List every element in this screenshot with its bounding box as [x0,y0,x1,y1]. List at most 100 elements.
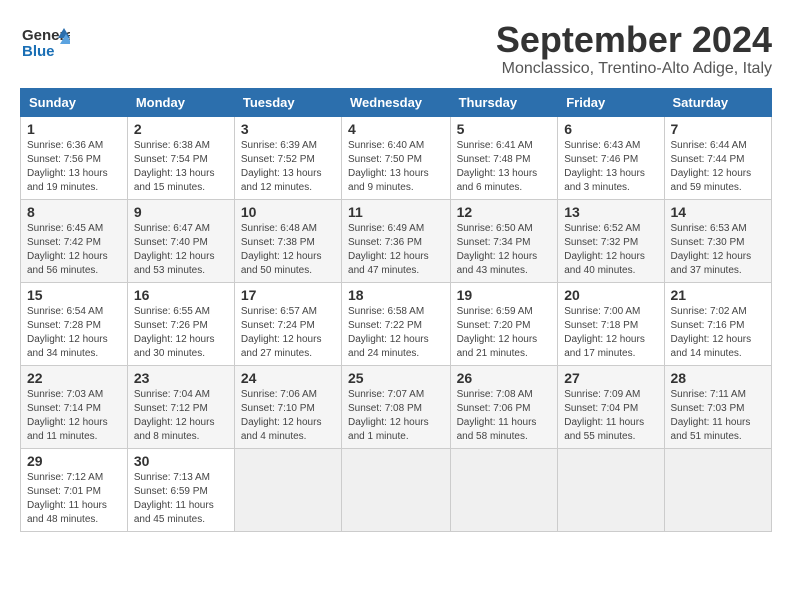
day-info: Sunrise: 6:44 AM Sunset: 7:44 PM Dayligh… [671,139,765,195]
calendar-cell: 18Sunrise: 6:58 AM Sunset: 7:22 PM Dayli… [342,282,451,365]
weekday-saturday: Saturday [664,88,771,116]
day-number: 28 [671,370,765,386]
day-info: Sunrise: 7:03 AM Sunset: 7:14 PM Dayligh… [27,388,121,444]
day-number: 19 [457,287,552,303]
calendar-cell: 1Sunrise: 6:36 AM Sunset: 7:56 PM Daylig… [21,116,128,199]
weekday-friday: Friday [558,88,664,116]
calendar-body: 1Sunrise: 6:36 AM Sunset: 7:56 PM Daylig… [21,116,772,531]
day-info: Sunrise: 6:47 AM Sunset: 7:40 PM Dayligh… [134,222,228,278]
day-number: 12 [457,204,552,220]
day-number: 18 [348,287,444,303]
title-area: September 2024 Monclassico, Trentino-Alt… [496,20,772,78]
calendar-table: SundayMondayTuesdayWednesdayThursdayFrid… [20,88,772,532]
calendar-cell: 8Sunrise: 6:45 AM Sunset: 7:42 PM Daylig… [21,199,128,282]
calendar-cell: 16 Sunrise: 6:55 AM Sunset: 7:26 PM Dayli… [127,282,234,365]
calendar-week-4: 22 Sunrise: 7:03 AM Sunset: 7:14 PM Dayli… [21,365,772,448]
day-info: Sunrise: 6:43 AM Sunset: 7:46 PM Dayligh… [564,139,657,195]
day-number: 9 [134,204,228,220]
day-info: Sunrise: 6:41 AM Sunset: 7:48 PM Dayligh… [457,139,552,195]
day-info: Sunrise: 6:55 AM Sunset: 7:26 PM Dayligh… [134,305,228,361]
calendar-cell: 7 Sunrise: 6:44 AM Sunset: 7:44 PM Daylig… [664,116,771,199]
calendar-cell: 30 Sunrise: 7:13 AM Sunset: 6:59 PM Dayli… [127,448,234,531]
day-info: Sunrise: 6:50 AM Sunset: 7:34 PM Dayligh… [457,222,552,278]
day-info: Sunrise: 6:39 AM Sunset: 7:52 PM Dayligh… [241,139,335,195]
day-number: 14 [671,204,765,220]
day-number: 10 [241,204,335,220]
day-number: 11 [348,204,444,220]
weekday-thursday: Thursday [450,88,558,116]
weekday-tuesday: Tuesday [234,88,341,116]
day-number: 25 [348,370,444,386]
calendar-cell: 12 Sunrise: 6:50 AM Sunset: 7:34 PM Dayli… [450,199,558,282]
calendar-cell: 15Sunrise: 6:54 AM Sunset: 7:28 PM Dayli… [21,282,128,365]
day-number: 22 [27,370,121,386]
logo-icon: General Blue [20,20,70,65]
calendar-cell: 3Sunrise: 6:39 AM Sunset: 7:52 PM Daylig… [234,116,341,199]
calendar-cell: 10Sunrise: 6:48 AM Sunset: 7:38 PM Dayli… [234,199,341,282]
calendar-cell: 14 Sunrise: 6:53 AM Sunset: 7:30 PM Dayli… [664,199,771,282]
calendar-cell: 21 Sunrise: 7:02 AM Sunset: 7:16 PM Dayli… [664,282,771,365]
weekday-header: SundayMondayTuesdayWednesdayThursdayFrid… [21,88,772,116]
calendar-week-2: 8Sunrise: 6:45 AM Sunset: 7:42 PM Daylig… [21,199,772,282]
svg-text:Blue: Blue [22,43,55,60]
day-number: 16 [134,287,228,303]
calendar-cell [558,448,664,531]
calendar-cell: 24Sunrise: 7:06 AM Sunset: 7:10 PM Dayli… [234,365,341,448]
calendar-cell: 25 Sunrise: 7:07 AM Sunset: 7:08 PM Dayli… [342,365,451,448]
day-info: Sunrise: 6:52 AM Sunset: 7:32 PM Dayligh… [564,222,657,278]
day-number: 1 [27,121,121,137]
calendar-cell: 2 Sunrise: 6:38 AM Sunset: 7:54 PM Daylig… [127,116,234,199]
logo: General Blue [20,20,70,70]
day-number: 21 [671,287,765,303]
day-number: 29 [27,453,121,469]
calendar-cell: 11 Sunrise: 6:49 AM Sunset: 7:36 PM Dayli… [342,199,451,282]
day-number: 2 [134,121,228,137]
calendar-cell [450,448,558,531]
weekday-monday: Monday [127,88,234,116]
calendar-week-3: 15Sunrise: 6:54 AM Sunset: 7:28 PM Dayli… [21,282,772,365]
day-number: 26 [457,370,552,386]
calendar-cell: 29 Sunrise: 7:12 AM Sunset: 7:01 PM Dayli… [21,448,128,531]
calendar-cell: 13 Sunrise: 6:52 AM Sunset: 7:32 PM Dayli… [558,199,664,282]
day-number: 5 [457,121,552,137]
day-info: Sunrise: 7:07 AM Sunset: 7:08 PM Dayligh… [348,388,444,444]
month-title: September 2024 [496,20,772,60]
calendar-week-1: 1Sunrise: 6:36 AM Sunset: 7:56 PM Daylig… [21,116,772,199]
day-info: Sunrise: 7:09 AM Sunset: 7:04 PM Dayligh… [564,388,657,444]
calendar-cell: 17Sunrise: 6:57 AM Sunset: 7:24 PM Dayli… [234,282,341,365]
day-number: 20 [564,287,657,303]
calendar-cell: 9 Sunrise: 6:47 AM Sunset: 7:40 PM Daylig… [127,199,234,282]
weekday-wednesday: Wednesday [342,88,451,116]
calendar-cell: 27Sunrise: 7:09 AM Sunset: 7:04 PM Dayli… [558,365,664,448]
calendar-cell [234,448,341,531]
day-info: Sunrise: 6:45 AM Sunset: 7:42 PM Dayligh… [27,222,121,278]
day-number: 13 [564,204,657,220]
day-number: 7 [671,121,765,137]
calendar-cell: 28Sunrise: 7:11 AM Sunset: 7:03 PM Dayli… [664,365,771,448]
day-number: 6 [564,121,657,137]
day-info: Sunrise: 7:13 AM Sunset: 6:59 PM Dayligh… [134,471,228,527]
calendar-cell: 26Sunrise: 7:08 AM Sunset: 7:06 PM Dayli… [450,365,558,448]
calendar-cell: 23 Sunrise: 7:04 AM Sunset: 7:12 PM Dayli… [127,365,234,448]
calendar-cell: 6 Sunrise: 6:43 AM Sunset: 7:46 PM Daylig… [558,116,664,199]
day-info: Sunrise: 7:04 AM Sunset: 7:12 PM Dayligh… [134,388,228,444]
day-info: Sunrise: 7:12 AM Sunset: 7:01 PM Dayligh… [27,471,121,527]
calendar-cell [664,448,771,531]
day-number: 15 [27,287,121,303]
day-number: 23 [134,370,228,386]
day-info: Sunrise: 6:38 AM Sunset: 7:54 PM Dayligh… [134,139,228,195]
calendar-cell: 19 Sunrise: 6:59 AM Sunset: 7:20 PM Dayli… [450,282,558,365]
day-info: Sunrise: 7:02 AM Sunset: 7:16 PM Dayligh… [671,305,765,361]
day-number: 24 [241,370,335,386]
day-info: Sunrise: 6:59 AM Sunset: 7:20 PM Dayligh… [457,305,552,361]
calendar-cell: 20Sunrise: 7:00 AM Sunset: 7:18 PM Dayli… [558,282,664,365]
location-title: Monclassico, Trentino-Alto Adige, Italy [496,60,772,78]
day-info: Sunrise: 6:40 AM Sunset: 7:50 PM Dayligh… [348,139,444,195]
calendar-cell: 5 Sunrise: 6:41 AM Sunset: 7:48 PM Daylig… [450,116,558,199]
day-number: 4 [348,121,444,137]
weekday-sunday: Sunday [21,88,128,116]
calendar-cell: 22 Sunrise: 7:03 AM Sunset: 7:14 PM Dayli… [21,365,128,448]
day-info: Sunrise: 6:53 AM Sunset: 7:30 PM Dayligh… [671,222,765,278]
day-number: 30 [134,453,228,469]
day-info: Sunrise: 6:49 AM Sunset: 7:36 PM Dayligh… [348,222,444,278]
